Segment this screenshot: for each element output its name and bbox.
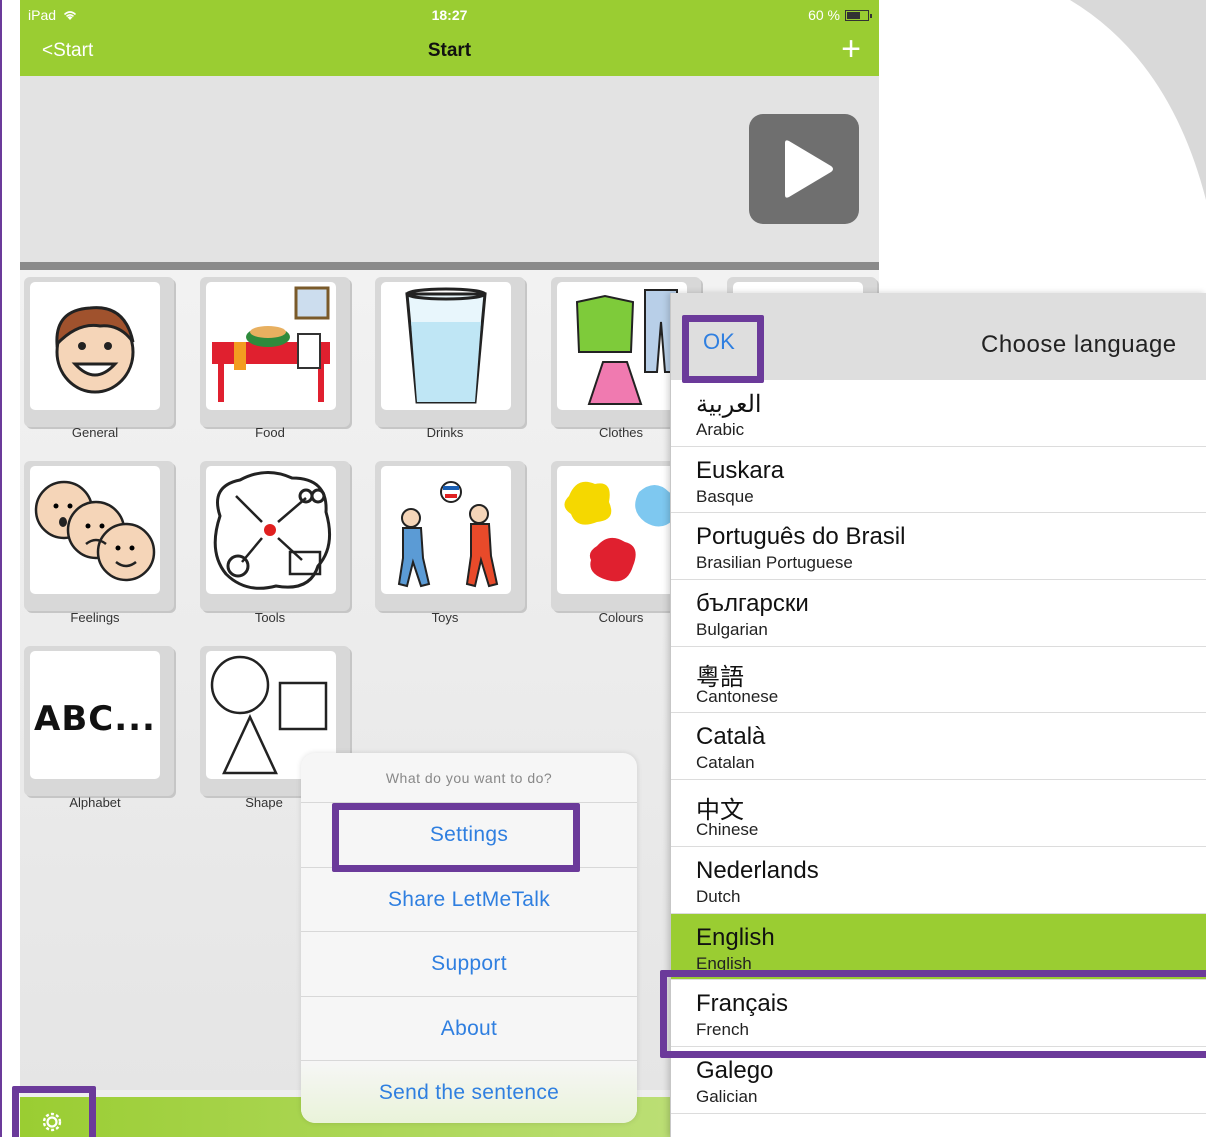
tile-label: Drinks: [426, 425, 464, 440]
highlight-settings: [332, 803, 580, 872]
tile-label: Food: [255, 425, 285, 440]
food-table-icon: [212, 286, 330, 402]
language-native-name: Galego: [696, 1056, 774, 1084]
general-symbol: [30, 282, 160, 410]
colours-symbol: [557, 466, 687, 594]
children-playing-ball-icon: [397, 481, 499, 588]
tile-label: Alphabet: [69, 795, 121, 810]
language-item[interactable]: Euskara Basque: [671, 447, 1206, 514]
left-frame-border: [0, 0, 20, 1137]
page-title: Start: [427, 40, 472, 61]
tools-cloud-icon: [213, 471, 332, 590]
language-native-name: Euskara: [696, 456, 785, 484]
share-letmetalk-button[interactable]: Share LetMeTalk: [301, 868, 637, 932]
language-item[interactable]: 粵語 Cantonese: [671, 647, 1206, 714]
language-native-name: Português do Brasil: [696, 523, 906, 551]
water-glass-icon: [405, 287, 487, 404]
language-english-name: Cantonese: [696, 686, 779, 706]
status-time: 18:27: [431, 7, 468, 23]
tile-general[interactable]: [24, 277, 174, 427]
support-button[interactable]: Support: [301, 932, 637, 997]
language-native-name: العربية: [696, 391, 762, 418]
tile-label: Feelings: [70, 610, 120, 625]
tile-label: General: [71, 425, 119, 440]
tile-drinks[interactable]: [375, 277, 525, 427]
smiling-boy-icon: [55, 306, 135, 394]
clothes-symbol: [557, 282, 687, 410]
clothes-icon: [575, 289, 678, 405]
faces-icon: [34, 480, 156, 582]
abc-symbol-text: ABC...: [34, 699, 156, 739]
alphabet-symbol: ABC...: [30, 651, 160, 779]
language-native-name: Català: [696, 723, 766, 751]
language-english-name: Dutch: [696, 886, 741, 906]
language-english-name: Catalan: [696, 753, 755, 773]
send-sentence-button[interactable]: Send the sentence: [301, 1061, 637, 1123]
status-bar: iPad 18:27 60 %: [20, 0, 879, 28]
language-item[interactable]: Nederlands Dutch: [671, 847, 1206, 914]
language-native-name: Nederlands: [696, 856, 819, 884]
tile-tools[interactable]: [200, 461, 350, 611]
add-button[interactable]: +: [841, 30, 861, 69]
highlight-ok-button: [682, 315, 764, 383]
language-english-name: Chinese: [696, 820, 759, 840]
toys-symbol: [381, 466, 511, 594]
play-button[interactable]: [749, 114, 859, 224]
tile-toys[interactable]: [375, 461, 525, 611]
tile-food[interactable]: [200, 277, 350, 427]
play-icon: [785, 140, 833, 198]
language-item[interactable]: Català Catalan: [671, 713, 1206, 781]
highlight-french: [660, 970, 1206, 1058]
language-english-name: Galician: [696, 1086, 758, 1106]
language-english-name: Bulgarian: [696, 620, 768, 640]
sentence-divider: [20, 262, 879, 270]
tile-feelings[interactable]: [24, 461, 174, 611]
screenshot-stage: iPad 18:27 60 % <Start Start + General F…: [0, 0, 1206, 1137]
food-symbol: [206, 282, 336, 410]
language-native-name: български: [696, 590, 809, 618]
feelings-symbol: [30, 466, 160, 594]
tile-label: Toys: [431, 610, 459, 625]
tile-alphabet[interactable]: ABC...: [24, 646, 174, 796]
drinks-symbol: [381, 282, 511, 410]
language-item[interactable]: български Bulgarian: [671, 580, 1206, 647]
action-sheet-title: What do you want to do?: [301, 753, 637, 803]
paint-splashes-icon: [564, 481, 679, 582]
language-item[interactable]: Português do Brasil Brasilian Portuguese: [671, 513, 1206, 581]
language-english-name: Brasilian Portuguese: [696, 553, 853, 573]
highlight-gear: [12, 1086, 96, 1137]
about-button[interactable]: About: [301, 997, 637, 1061]
language-native-name: English: [696, 923, 775, 951]
language-english-name: Basque: [696, 486, 754, 506]
language-english-name: Arabic: [696, 420, 745, 439]
tile-label: Tools: [254, 610, 286, 625]
navigation-bar: <Start Start +: [20, 28, 879, 76]
language-item[interactable]: العربية Arabic: [671, 380, 1206, 447]
language-panel-title: Choose language: [981, 331, 1177, 358]
status-battery: 60 %: [808, 7, 872, 23]
tools-symbol: [206, 466, 336, 594]
language-item[interactable]: 中文 Chinese: [671, 780, 1206, 847]
battery-percent: 60 %: [808, 7, 840, 23]
battery-icon: [845, 9, 872, 21]
